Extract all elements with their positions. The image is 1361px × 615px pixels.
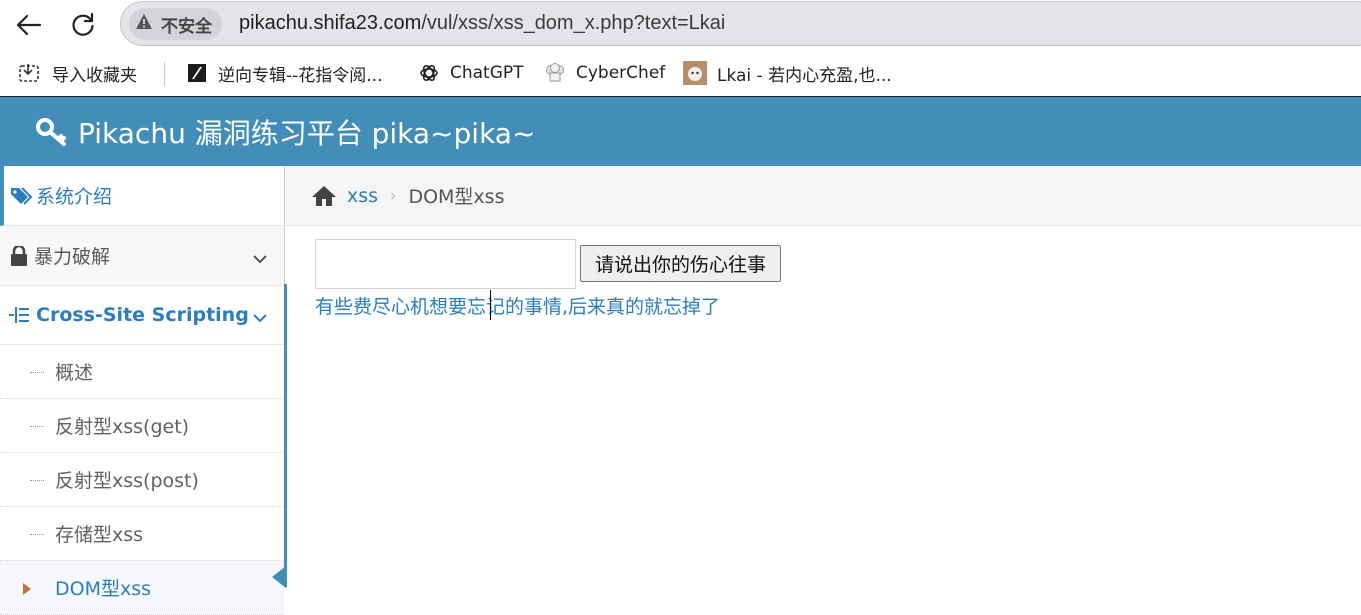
key-icon: [36, 117, 68, 147]
tags-icon: [10, 186, 34, 206]
result-link[interactable]: 有些费尽心机想要忘记的事情,后来真的就忘掉了: [315, 292, 720, 319]
url-text[interactable]: pikachu.shifa23.com/vul/xss/xss_dom_x.ph…: [239, 12, 725, 35]
sidebar-subitem-dom[interactable]: DOM型xss: [0, 561, 284, 615]
sidebar-item-brute-force[interactable]: 暴力破解: [0, 226, 284, 286]
url-host: pikachu.shifa23.com: [239, 12, 422, 34]
bookmark-chatgpt[interactable]: ChatGPT: [418, 59, 524, 87]
url-path: /vul/xss/xss_dom_x.php?text=Lkai: [421, 12, 726, 34]
bookmark-cyberchef[interactable]: CyberChef: [544, 59, 665, 87]
sidebar-subitem-reflected-post[interactable]: 反射型xss(post): [0, 453, 284, 507]
xss-text-input[interactable]: [315, 239, 576, 289]
back-arrow-icon: [16, 14, 42, 36]
caret-right-icon: [22, 579, 32, 601]
sidebar-subitem-stored[interactable]: 存储型xss: [0, 507, 284, 561]
active-section-indicator: [284, 284, 287, 587]
bookmark-import[interactable]: 导入收藏夹: [18, 59, 137, 87]
chatgpt-icon: [418, 62, 440, 84]
tree-connector: [30, 534, 44, 535]
chevron-down-icon: [252, 308, 268, 330]
submit-button[interactable]: 请说出你的伤心往事: [580, 245, 781, 282]
home-icon[interactable]: [311, 185, 337, 207]
sidebar: 系统介绍 暴力破解 Cross-Site Scripting 概述 反射型xss…: [0, 166, 285, 615]
lock-icon: [10, 245, 28, 266]
list-icon: [8, 305, 30, 325]
reload-icon: [72, 12, 94, 36]
bookmark-reverse[interactable]: 逆向专辑--花指令阅...: [186, 59, 382, 87]
sidebar-item-intro[interactable]: 系统介绍: [0, 166, 284, 226]
bookmarks-bar: 导入收藏夹 逆向专辑--花指令阅... ChatGPT CyberChef Lk…: [0, 50, 1361, 97]
breadcrumb-current: DOM型xss: [408, 186, 505, 208]
security-label: 不安全: [161, 16, 212, 37]
bookmarks-divider: [164, 62, 165, 86]
reload-button[interactable]: [66, 8, 100, 42]
sidebar-item-xss[interactable]: Cross-Site Scripting: [0, 286, 284, 345]
breadcrumb-section[interactable]: xss: [347, 185, 378, 207]
site-title: Pikachu 漏洞练习平台 pika~pika~: [78, 117, 536, 150]
active-item-arrow: [272, 566, 286, 588]
breadcrumb: xss › DOM型xss: [286, 166, 1361, 226]
text-cursor: [490, 290, 491, 320]
browser-toolbar: 不安全 pikachu.shifa23.com/vul/xss/xss_dom_…: [0, 0, 1361, 50]
address-bar[interactable]: 不安全 pikachu.shifa23.com/vul/xss/xss_dom_…: [120, 1, 1361, 46]
import-bookmarks-icon: [18, 62, 42, 84]
sidebar-subitem-overview[interactable]: 概述: [0, 345, 284, 399]
site-header: Pikachu 漏洞练习平台 pika~pika~: [0, 97, 1361, 166]
chef-hat-icon: [544, 62, 566, 84]
tree-connector: [30, 372, 44, 373]
tree-connector: [30, 480, 44, 481]
breadcrumb-separator-icon: ›: [390, 186, 397, 205]
sidebar-subitem-reflected-get[interactable]: 反射型xss(get): [0, 399, 284, 453]
site-brand[interactable]: Pikachu 漏洞练习平台 pika~pika~: [36, 112, 535, 152]
avatar-icon: [683, 61, 707, 85]
bookmark-lkai[interactable]: Lkai - 若内心充盈,也...: [683, 59, 892, 87]
warning-icon: [135, 13, 153, 35]
back-button[interactable]: [12, 8, 46, 42]
security-indicator[interactable]: 不安全: [129, 8, 222, 40]
chevron-down-icon: [252, 249, 268, 271]
tree-connector: [30, 426, 44, 427]
site-logo-icon: [186, 62, 208, 84]
